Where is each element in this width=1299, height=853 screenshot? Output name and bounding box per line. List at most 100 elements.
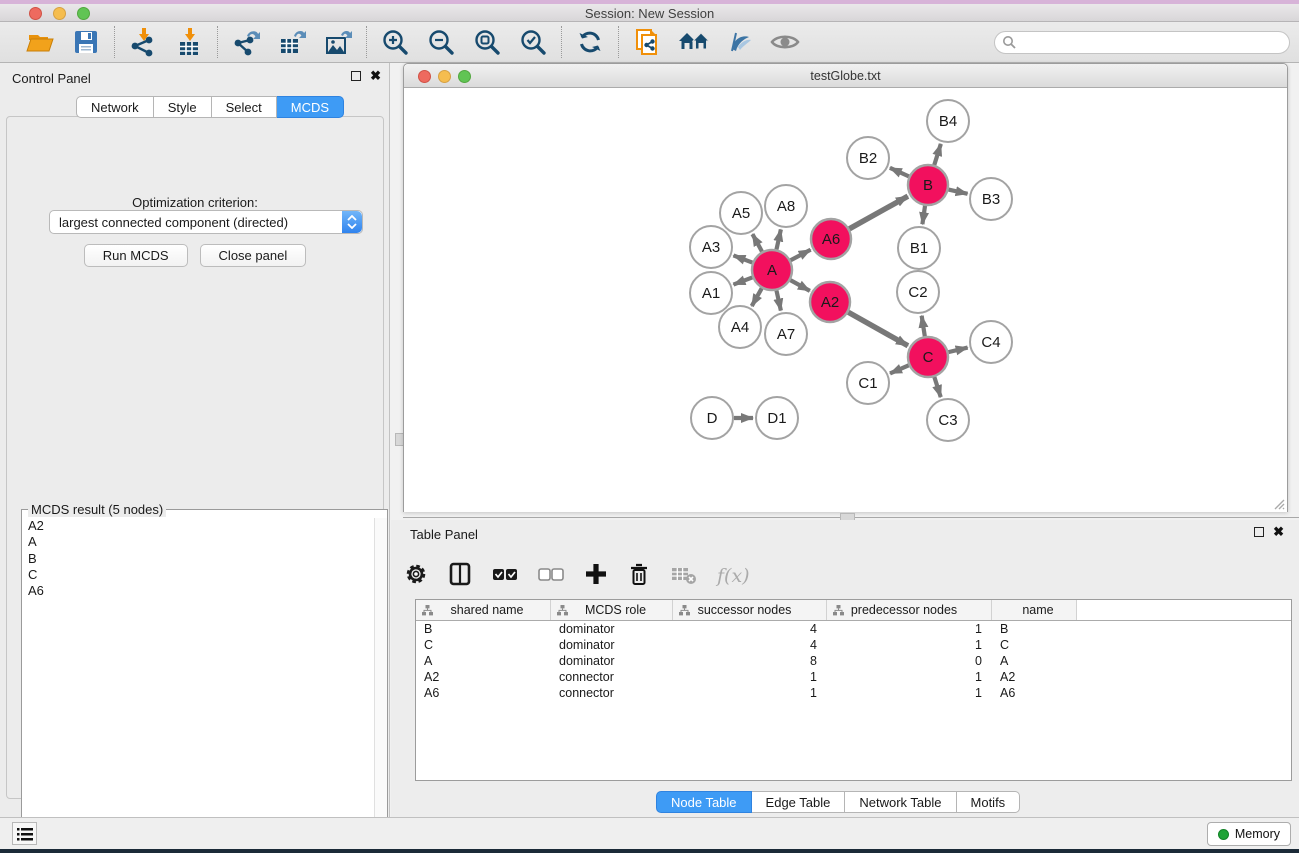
graph-edge-A6-B[interactable] — [849, 196, 908, 229]
tab-mcds[interactable]: MCDS — [277, 96, 344, 118]
float-panel-icon[interactable] — [1254, 527, 1264, 537]
column-header-predecessor-nodes[interactable]: predecessor nodes — [827, 600, 992, 620]
network-window-titlebar[interactable]: testGlobe.txt — [404, 64, 1287, 88]
table-row[interactable]: Adominator80A — [416, 653, 1291, 669]
graph-edge-A-A4[interactable] — [752, 288, 762, 306]
refresh-icon[interactable] — [574, 26, 606, 58]
graph-edge-A-A5[interactable] — [752, 234, 762, 251]
graph-edge-A-A1[interactable] — [733, 277, 752, 284]
eye-slash-icon[interactable] — [723, 26, 755, 58]
close-panel-icon[interactable]: ✖ — [1273, 527, 1284, 537]
graph-edge-A-A6[interactable] — [791, 250, 811, 261]
save-icon[interactable] — [70, 26, 102, 58]
tab-network[interactable]: Network — [76, 96, 154, 118]
export-image-icon[interactable] — [322, 26, 354, 58]
criterion-dropdown[interactable]: largest connected component (directed) — [49, 210, 363, 234]
table-row[interactable]: Cdominator41C — [416, 637, 1291, 653]
network-canvas[interactable]: AA1A2A3A4A5A6A7A8BB1B2B3B4CC1C2C3C4DD1 — [404, 88, 1287, 512]
tab-network-table[interactable]: Network Table — [845, 791, 956, 813]
column-header-shared-name[interactable]: shared name — [416, 600, 551, 620]
float-panel-icon[interactable] — [351, 71, 361, 81]
control-panel-header: Control Panel ✖ — [0, 63, 389, 93]
table-cell: 0 — [827, 653, 992, 669]
result-item[interactable]: B — [23, 551, 373, 567]
add-column-plus-icon[interactable] — [583, 561, 609, 592]
graph-edge-C-C1[interactable] — [890, 365, 909, 373]
result-item[interactable]: A6 — [23, 583, 373, 599]
mdi-desktop: testGlobe.txt AA1A2A3A4A5A6A7A8BB1B2B3B4… — [390, 63, 1299, 817]
import-table-icon[interactable] — [173, 26, 205, 58]
zoom-selected-icon[interactable] — [517, 26, 549, 58]
graph-edge-A-A2[interactable] — [790, 280, 809, 291]
zoom-in-icon[interactable] — [379, 26, 411, 58]
import-network-icon[interactable] — [127, 26, 159, 58]
tab-edge-table[interactable]: Edge Table — [752, 791, 846, 813]
column-header-successor-nodes[interactable]: successor nodes — [673, 600, 827, 620]
table-settings-gear-icon[interactable] — [403, 561, 429, 592]
control-panel-title: Control Panel — [12, 71, 91, 86]
graph-node-label: A6 — [822, 231, 840, 248]
select-all-checkboxes-icon[interactable] — [491, 561, 519, 592]
function-builder-icon[interactable]: f(x) — [717, 565, 750, 587]
graph-edge-C-C4[interactable] — [948, 348, 967, 353]
graph-edge-B-B3[interactable] — [948, 190, 967, 194]
control-panel: Control Panel ✖ Network Style Select MCD… — [0, 63, 390, 817]
network-view-window: testGlobe.txt AA1A2A3A4A5A6A7A8BB1B2B3B4… — [403, 63, 1288, 512]
main-toolbar — [0, 22, 1299, 63]
delete-table-icon[interactable] — [669, 561, 699, 592]
graph-edge-C-C3[interactable] — [934, 377, 940, 397]
table-row[interactable]: A2connector11A2 — [416, 669, 1291, 685]
network-window-title: testGlobe.txt — [404, 69, 1287, 83]
graph-node-label: B3 — [982, 191, 1000, 208]
graph-node-label: A2 — [821, 294, 839, 311]
application-window: Session: New Session — [0, 0, 1299, 853]
table-cell: B — [416, 621, 551, 637]
double-home-icon[interactable] — [677, 26, 709, 58]
delete-column-trash-icon[interactable] — [627, 561, 651, 592]
graph-edge-A-A3[interactable] — [733, 255, 752, 262]
result-item[interactable]: A2 — [23, 518, 373, 534]
graph-edge-A-A8[interactable] — [776, 229, 780, 249]
graph-node-label: A5 — [732, 205, 750, 222]
table-cell: A2 — [992, 669, 1077, 685]
graph-node-label: C2 — [908, 284, 927, 301]
graph-edge-B-B2[interactable] — [890, 168, 909, 177]
search-input[interactable] — [1021, 35, 1289, 49]
graph-node-label: B1 — [910, 240, 928, 257]
tab-motifs[interactable]: Motifs — [957, 791, 1021, 813]
tab-select[interactable]: Select — [212, 96, 277, 118]
export-table-icon[interactable] — [276, 26, 308, 58]
zoom-fit-icon[interactable] — [471, 26, 503, 58]
column-header-mcds-role[interactable]: MCDS role — [551, 600, 673, 620]
result-scrollbar[interactable] — [374, 518, 387, 853]
result-item[interactable]: A — [23, 534, 373, 550]
table-row[interactable]: A6connector11A6 — [416, 685, 1291, 701]
clone-network-icon[interactable] — [631, 26, 663, 58]
show-columns-icon[interactable] — [447, 561, 473, 592]
search-field[interactable] — [994, 31, 1290, 54]
result-item[interactable]: C — [23, 567, 373, 583]
tab-node-table[interactable]: Node Table — [656, 791, 752, 813]
table-cell: C — [416, 637, 551, 653]
resize-grip-icon[interactable] — [1273, 498, 1285, 510]
column-header-name[interactable]: name — [992, 600, 1077, 620]
table-cell: 4 — [673, 637, 827, 653]
close-panel-button[interactable]: Close panel — [200, 244, 307, 267]
table-row[interactable]: Bdominator41B — [416, 621, 1291, 637]
run-mcds-button[interactable]: Run MCDS — [84, 244, 188, 267]
deselect-all-checkboxes-icon[interactable] — [537, 561, 565, 592]
graph-edge-A-A7[interactable] — [776, 291, 780, 311]
open-folder-icon[interactable] — [24, 26, 56, 58]
graph-edge-B-B1[interactable] — [922, 206, 925, 224]
task-history-button[interactable] — [12, 822, 37, 845]
export-network-icon[interactable] — [230, 26, 262, 58]
eye-icon[interactable] — [769, 26, 801, 58]
tab-style[interactable]: Style — [154, 96, 212, 118]
close-panel-icon[interactable]: ✖ — [370, 71, 381, 81]
graph-edge-C-C2[interactable] — [922, 316, 925, 337]
table-cell: 1 — [673, 669, 827, 685]
memory-button[interactable]: Memory — [1207, 822, 1291, 846]
zoom-out-icon[interactable] — [425, 26, 457, 58]
graph-edge-A2-C[interactable] — [848, 312, 908, 345]
graph-edge-B-B4[interactable] — [934, 144, 941, 165]
